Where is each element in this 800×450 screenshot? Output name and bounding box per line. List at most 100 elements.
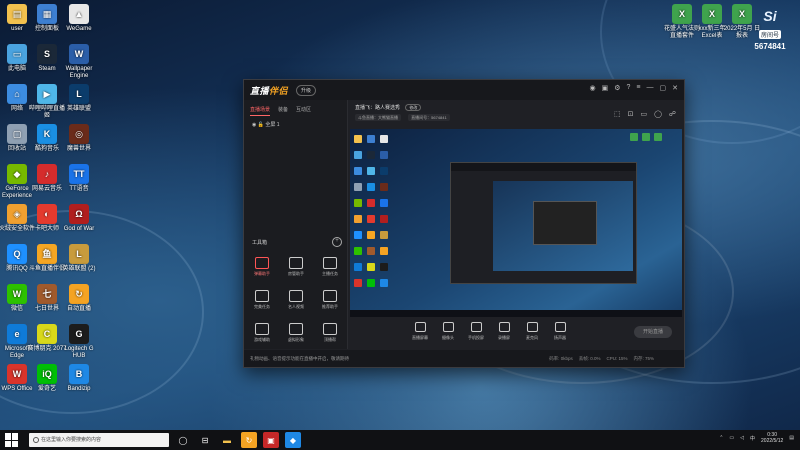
desktop-icon-label: Wallpaper Engine (65, 66, 93, 79)
desktop-icon[interactable]: ↻ 自动直播 (59, 284, 99, 313)
stat-item: 码率: 0kbps (549, 356, 573, 361)
app-icon: ◈ (7, 204, 27, 224)
copy-icon[interactable]: ⬚ (614, 110, 621, 118)
taskbar-app-livestream-icon[interactable]: ↻ (241, 432, 257, 448)
source-tool[interactable]: 录播屏 (491, 322, 517, 341)
skin-icon[interactable]: ▣ (602, 84, 609, 92)
app-icon: ▢ (7, 124, 27, 144)
tab-scenes[interactable]: 直播场景 (250, 106, 271, 116)
avatar-icon[interactable]: ◉ (589, 84, 595, 92)
upgrade-button[interactable]: 升级 (296, 84, 317, 96)
source-tool-label: 手机投屏 (468, 335, 484, 340)
app-icon: ▤ (7, 4, 27, 24)
layout-icon[interactable]: ▭ (640, 110, 647, 118)
app-icon: ◎ (69, 124, 89, 144)
desktop-icon[interactable]: L 英雄联盟 (59, 84, 99, 113)
stat-item: CPU: 15% (606, 356, 628, 361)
tool-icon (289, 290, 303, 302)
tool-item[interactable]: 弹幕助手 (247, 257, 277, 277)
desktop-icon-label: Logitech G HUB (64, 346, 94, 359)
taskbar-search-input[interactable]: 在这里输入你要搜索的内容 (29, 433, 169, 447)
desktop-icon[interactable]: Ω God of War (59, 204, 99, 233)
help-icon[interactable]: ? (627, 84, 631, 92)
close-icon[interactable]: ✕ (672, 84, 678, 92)
menu-icon[interactable]: ≡ (636, 84, 640, 92)
start-live-button[interactable]: 开始直播 (634, 326, 672, 338)
eye-icon[interactable]: ◉ (252, 122, 256, 128)
desktop-icon[interactable]: B Bandizip (59, 364, 99, 393)
tool-label: 虚拟形象 (288, 337, 304, 342)
ime-icon[interactable]: 中 (750, 435, 755, 442)
desktop-icon[interactable]: L 英雄联盟 (2) (59, 244, 99, 273)
tool-item[interactable]: 顶播帮 (315, 323, 345, 343)
app-icon: ▦ (37, 4, 57, 24)
source-tool[interactable]: 扬声器 (547, 322, 573, 341)
lock-icon[interactable]: 🔓 (258, 122, 264, 128)
desktop-icon-label: God of War (63, 226, 95, 232)
volume-icon[interactable]: ◁ (740, 435, 744, 441)
task-view-icon[interactable]: ⊟ (197, 432, 213, 448)
app-icon: B (69, 364, 89, 384)
clock[interactable]: 0:30 2022/5/12 (761, 432, 783, 444)
notification-icon[interactable]: ▤ (789, 435, 794, 441)
maximize-icon[interactable]: ▢ (660, 84, 667, 92)
preview-mini-icon (354, 151, 362, 159)
tab-equipment[interactable]: 装备 (278, 106, 288, 116)
desktop-icon[interactable]: W Wallpaper Engine (59, 44, 99, 80)
stream-category[interactable]: 斗鱼直播：大熊猫直播 (355, 114, 401, 121)
preview-mini-icon (367, 199, 375, 207)
source-tool[interactable]: 麦克风 (519, 322, 545, 341)
stat-item: 丢帧: 0.0% (578, 356, 601, 361)
source-tool[interactable]: 直播屏幕 (407, 322, 433, 341)
tool-label: 房管助手 (288, 271, 304, 276)
tool-item[interactable]: 完美任务 (247, 290, 277, 310)
source-tool-icon (414, 322, 426, 332)
start-button[interactable] (5, 433, 19, 447)
preview-taskbar (350, 310, 682, 317)
tray-up-icon[interactable]: ⌃ (719, 435, 723, 441)
cortana-icon[interactable]: ◯ (175, 432, 191, 448)
preview-mini-icon (367, 167, 375, 175)
tool-icon (255, 257, 269, 269)
preview-mini-icon (380, 263, 388, 271)
tool-icon (323, 290, 337, 302)
file-explorer-icon[interactable]: ▬ (219, 432, 235, 448)
minimize-icon[interactable]: — (647, 84, 654, 92)
tool-item[interactable]: 虚拟形象 (281, 323, 311, 343)
toolbox-add-icon[interactable]: + (332, 237, 342, 247)
settings-icon[interactable]: ⚙ (614, 84, 620, 92)
tool-label: 主播任务 (322, 271, 338, 276)
tool-item[interactable]: 房管助手 (281, 257, 311, 277)
nested-app-preview (450, 162, 637, 284)
share-icon[interactable]: ☍ (669, 110, 676, 118)
tool-item[interactable]: 推荐助手 (315, 290, 345, 310)
tab-interaction[interactable]: 互动区 (296, 106, 311, 116)
app-titlebar: 直播伴侣 升级 ◉ ▣ ⚙ ? ≡ — ▢ ✕ (244, 80, 684, 100)
tool-label: 推荐助手 (322, 304, 338, 309)
scene-item[interactable]: ◉ 🔓 全屏 1 (244, 116, 347, 133)
preview-mini-icon (380, 215, 388, 223)
app-icon: ▲ (69, 4, 89, 24)
desktop-icon[interactable]: ▲ WeGame (59, 4, 99, 33)
source-tool[interactable]: 摄像头 (435, 322, 461, 341)
tool-item[interactable]: 主播任务 (315, 257, 345, 277)
source-tool[interactable]: 手机投屏 (463, 322, 489, 341)
taskbar-app-blue-icon[interactable]: ◆ (285, 432, 301, 448)
app-icon: ▭ (7, 44, 27, 64)
badge-logo: Si (763, 8, 777, 24)
bell-icon[interactable]: ◯ (654, 110, 662, 118)
taskbar-app-red-icon[interactable]: ▣ (263, 432, 279, 448)
app-icon: L (69, 84, 89, 104)
network-icon[interactable]: ▭ (729, 435, 734, 441)
source-tool-icon (470, 322, 482, 332)
desktop-icon[interactable]: TT TT语音 (59, 164, 99, 193)
desktop-icon[interactable]: G Logitech G HUB (59, 324, 99, 360)
preview-canvas[interactable] (350, 129, 682, 317)
lock-icon[interactable]: ⊡ (628, 110, 634, 118)
preview-mini-icon (630, 133, 638, 141)
tool-icon (255, 323, 269, 335)
edit-title-button[interactable]: 修改 (405, 104, 422, 111)
desktop-icon[interactable]: ◎ 魔兽世界 (59, 124, 99, 153)
tool-item[interactable]: 名人视频 (281, 290, 311, 310)
tool-item[interactable]: 游戏辅助 (247, 323, 277, 343)
